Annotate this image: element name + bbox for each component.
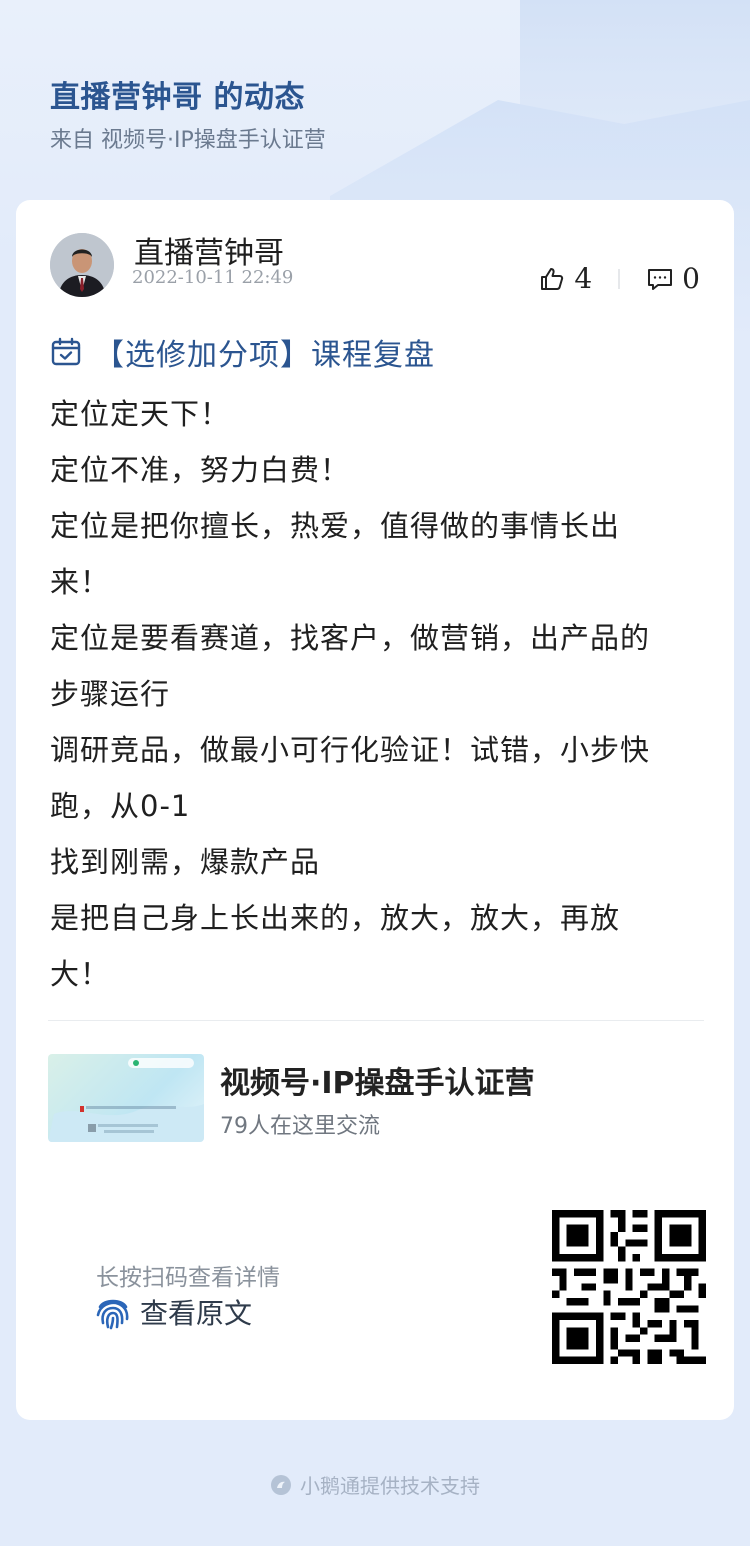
- content-line: 调研竞品，做最小可行化验证！试错，小步快: [50, 733, 651, 767]
- course-title: 【选修加分项】课程复盘: [94, 338, 435, 373]
- fingerprint-icon: [96, 1299, 129, 1330]
- footer: 小鹅通提供技术支持: [0, 1470, 750, 1499]
- course-link[interactable]: 【选修加分项】课程复盘: [50, 330, 435, 374]
- page-source: 来自 视频号·IP操盘手认证营: [50, 128, 326, 153]
- content-line: 定位定天下！: [50, 397, 231, 431]
- content-line: 大！: [50, 957, 111, 991]
- post-card: 直播营钟哥 2022-10-11 22:49 4 0 【选修加分项】课程复盘 定…: [16, 200, 734, 1420]
- author-name[interactable]: 直播营钟哥: [134, 228, 284, 272]
- xiaoe-logo-icon: [271, 1474, 291, 1495]
- comment-icon: [648, 268, 673, 290]
- content-line: 找到刚需，爆款产品: [50, 845, 321, 879]
- group-name[interactable]: 视频号·IP操盘手认证营: [220, 1058, 535, 1102]
- content-line: 定位是把你擅长，热爱，值得做的事情长出: [50, 509, 621, 543]
- avatar[interactable]: [50, 233, 114, 297]
- group-thumbnail[interactable]: [48, 1054, 204, 1142]
- post-content: 定位定天下！ 定位不准，努力白费！ 定位是把你擅长，热爱，值得做的事情长出 来！…: [50, 386, 710, 1002]
- content-line: 来！: [50, 565, 111, 599]
- content-line: 定位不准，努力白费！: [50, 453, 351, 487]
- content-line: 是把自己身上长出来的，放大，放大，再放: [50, 901, 621, 935]
- divider: [48, 1020, 704, 1021]
- post-stats: 4 0: [538, 262, 700, 295]
- content-line: 定位是要看赛道，找客户，做营销，出产品的: [50, 621, 651, 655]
- content-line: 跑，从0-1: [50, 789, 191, 823]
- post-date: 2022-10-11 22:49: [132, 267, 294, 288]
- like-count: 4: [574, 262, 593, 295]
- thumbs-up-icon: [541, 267, 564, 290]
- calendar-icon: [51, 337, 81, 366]
- footer-text: 小鹅通提供技术支持: [300, 1474, 480, 1498]
- comment-count: 0: [682, 262, 700, 295]
- view-original-button[interactable]: 查看原文: [94, 1292, 252, 1332]
- comment-button[interactable]: 0: [646, 262, 700, 295]
- group-member-count: 79人在这里交流: [220, 1114, 380, 1139]
- like-button[interactable]: 4: [538, 262, 592, 295]
- content-line: 步骤运行: [50, 677, 171, 711]
- stats-divider: [618, 268, 621, 289]
- view-original-label: 查看原文: [140, 1297, 253, 1330]
- scan-hint: 长按扫码查看详情: [96, 1265, 280, 1291]
- qr-code[interactable]: [552, 1210, 706, 1364]
- page-title: 直播营钟哥 的动态: [50, 80, 305, 115]
